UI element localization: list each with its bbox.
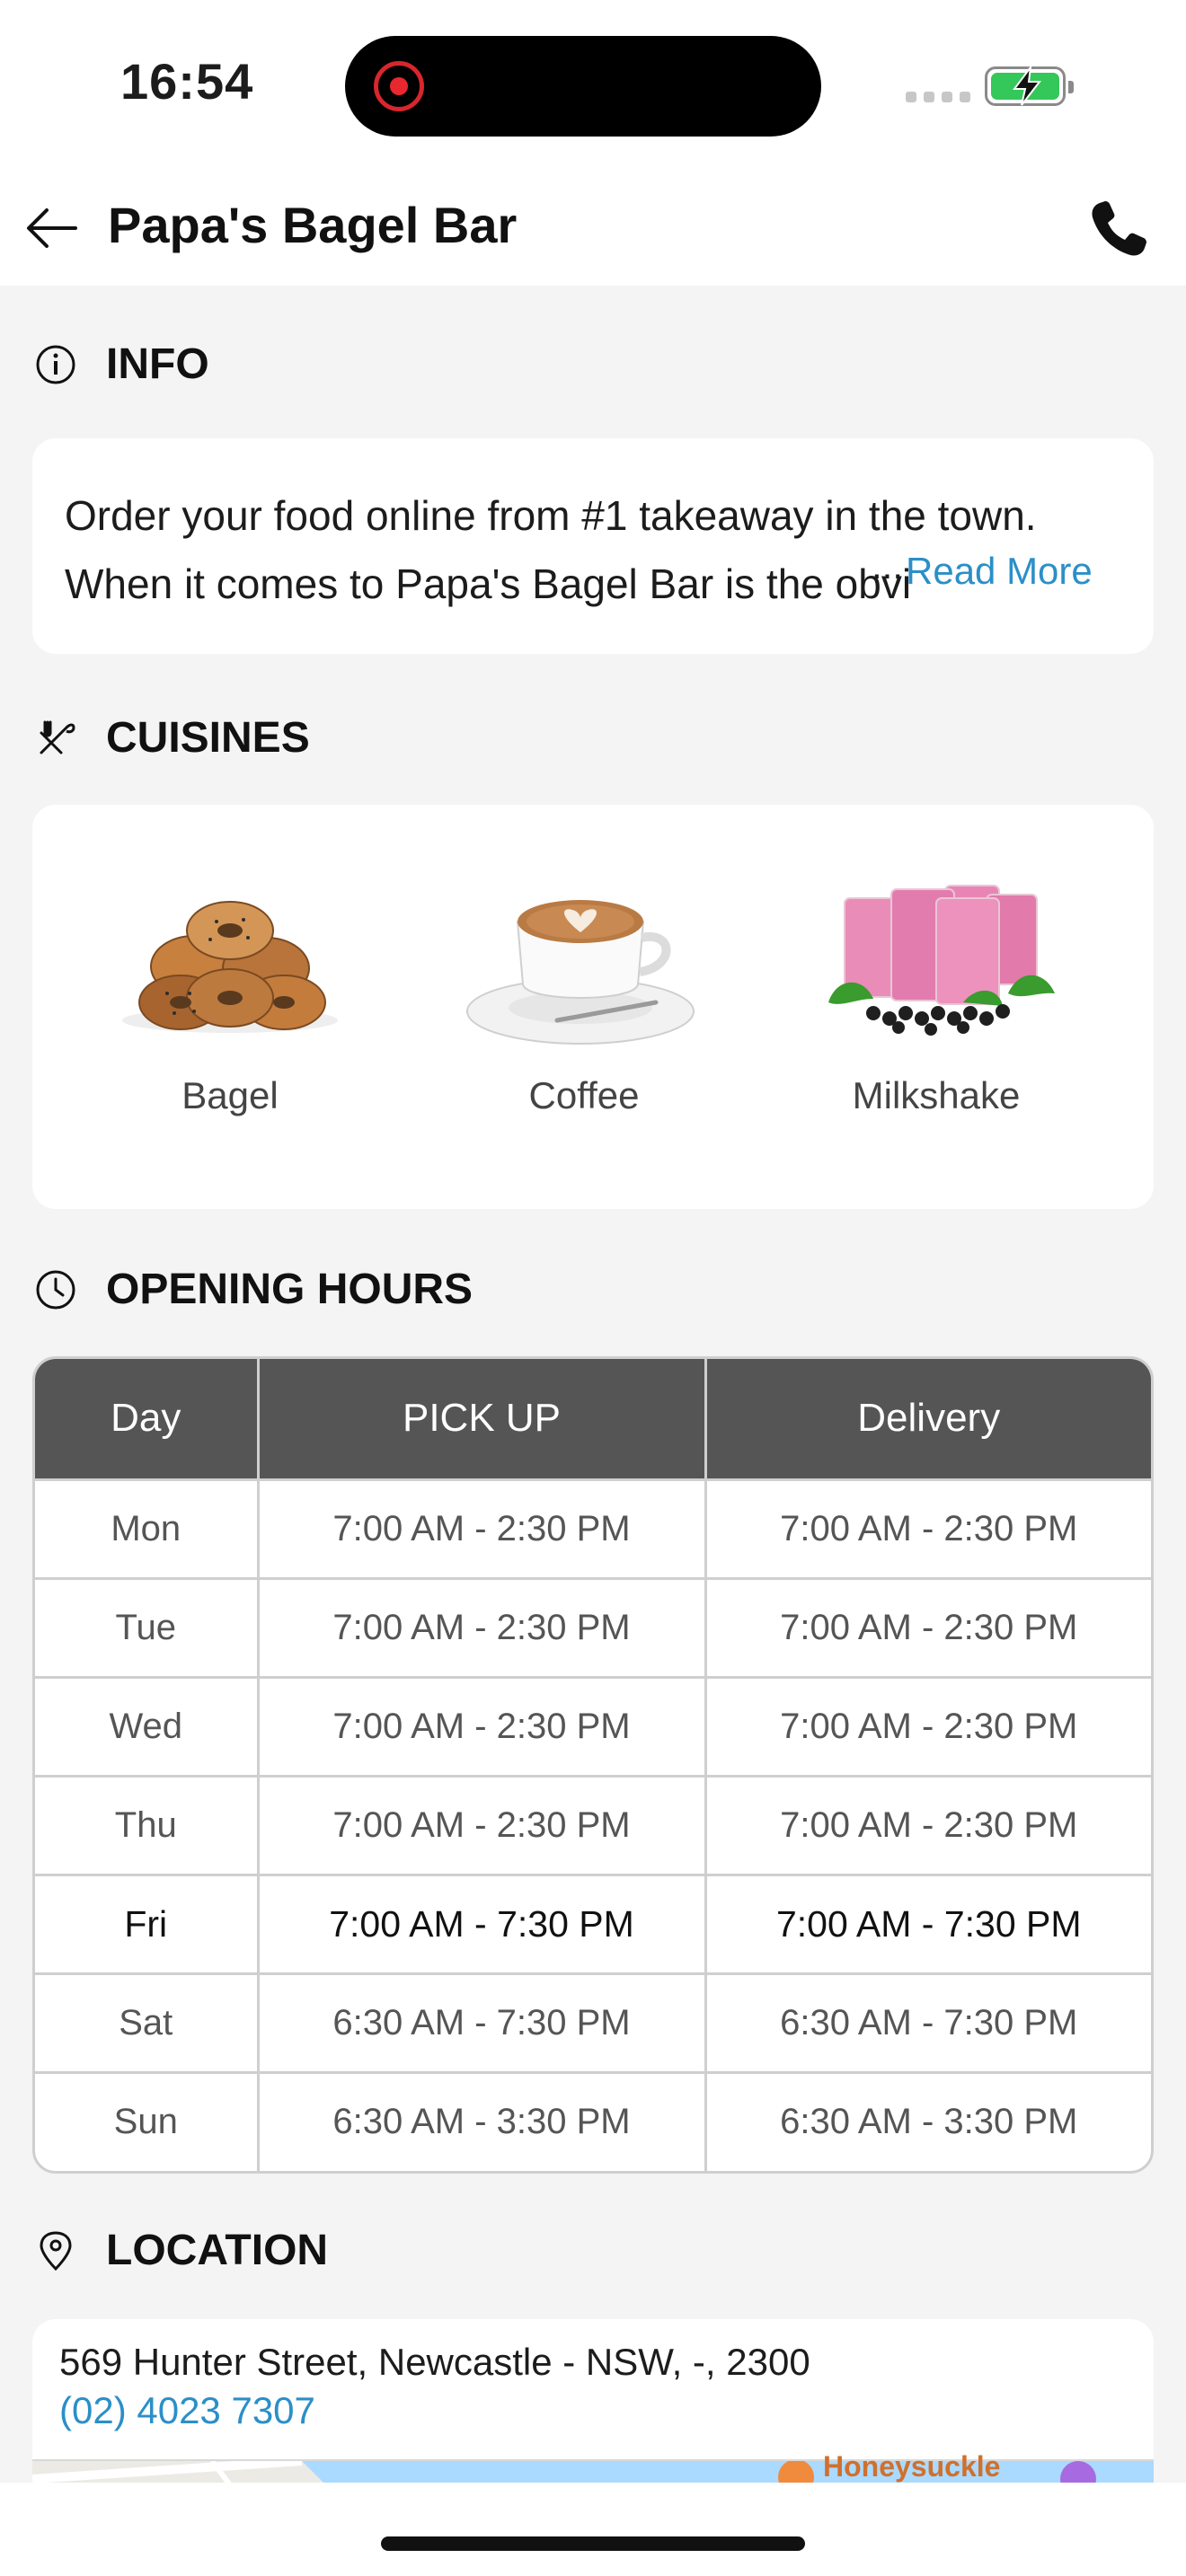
table-row-today: Fri 7:00 AM - 7:30 PM 7:00 AM - 7:30 PM — [35, 1873, 1151, 1973]
day-cell: Tue — [35, 1576, 260, 1677]
column-header-day: Day — [35, 1359, 260, 1479]
address-text: 569 Hunter Street, Newcastle - NSW, -, 2… — [59, 2341, 810, 2383]
info-line-1: Order your food online from #1 takeaway … — [65, 492, 1037, 539]
info-icon — [32, 341, 79, 388]
delivery-hours-cell: 7:00 AM - 2:30 PM — [705, 1675, 1151, 1776]
utensils-icon — [32, 715, 79, 762]
app-header: Papa's Bagel Bar — [0, 171, 1186, 286]
call-button[interactable] — [1087, 198, 1150, 260]
cuisine-item-coffee[interactable]: Coffee — [449, 868, 719, 1117]
pickup-hours-cell: 7:00 AM - 2:30 PM — [258, 1478, 707, 1578]
info-line-2: When it comes to Papa's Bagel Bar is the… — [65, 560, 909, 607]
restaurant-info-page: 16:54 Papa's Bagel Bar INFO Order your f… — [0, 0, 1186, 2576]
page-title: Papa's Bagel Bar — [108, 197, 518, 253]
screen-recording-icon — [374, 61, 424, 111]
opening-hours-heading: OPENING HOURS — [106, 1266, 474, 1313]
map-place-label: Honeysuckle — [823, 2450, 1001, 2483]
pickup-hours-cell: 7:00 AM - 2:30 PM — [258, 1774, 707, 1875]
day-cell: Sat — [35, 1972, 260, 2072]
cuisines-card: Bagel Coffee Milkshake — [32, 805, 1154, 1209]
status-bar: 16:54 — [0, 0, 1186, 171]
location-pin-icon — [32, 2228, 79, 2274]
delivery-hours-cell: 6:30 AM - 3:30 PM — [705, 2070, 1151, 2171]
cuisine-item-bagel[interactable]: Bagel — [95, 868, 365, 1117]
cellular-signal-icon — [906, 92, 970, 102]
delivery-hours-cell: 7:00 AM - 2:30 PM — [705, 1774, 1151, 1875]
delivery-hours-cell: 7:00 AM - 2:30 PM — [705, 1478, 1151, 1578]
clock-icon — [32, 1266, 79, 1313]
day-cell: Wed — [35, 1675, 260, 1776]
info-section-heading: INFO — [32, 340, 209, 389]
milkshake-image — [801, 868, 1071, 1047]
coffee-image — [449, 868, 719, 1047]
table-row: Sun 6:30 AM - 3:30 PM 6:30 AM - 3:30 PM — [35, 2070, 1151, 2171]
info-heading: INFO — [106, 340, 209, 388]
location-heading: LOCATION — [106, 2227, 329, 2274]
day-cell: Sun — [35, 2070, 260, 2171]
table-row: Mon 7:00 AM - 2:30 PM 7:00 AM - 2:30 PM — [35, 1478, 1151, 1578]
truncation-ellipsis: ... — [872, 544, 904, 587]
cuisine-name: Coffee — [528, 1074, 640, 1116]
table-row: Tue 7:00 AM - 2:30 PM 7:00 AM - 2:30 PM — [35, 1576, 1151, 1677]
status-time: 16:54 — [120, 53, 254, 110]
cuisines-heading: CUISINES — [106, 714, 310, 762]
delivery-hours-cell: 6:30 AM - 7:30 PM — [705, 1972, 1151, 2072]
table-row: Wed 7:00 AM - 2:30 PM 7:00 AM - 2:30 PM — [35, 1675, 1151, 1776]
day-cell: Fri — [35, 1873, 260, 1973]
bagel-image — [95, 868, 365, 1047]
opening-hours-table: Day PICK UP Delivery Mon 7:00 AM - 2:30 … — [32, 1356, 1154, 2174]
home-indicator-area — [0, 2483, 1186, 2576]
pickup-hours-cell: 6:30 AM - 7:30 PM — [258, 1972, 707, 2072]
battery-charging-icon — [985, 66, 1074, 106]
read-more-link[interactable]: Read More — [906, 550, 1093, 593]
pickup-hours-cell: 7:00 AM - 2:30 PM — [258, 1675, 707, 1776]
phone-icon — [1092, 201, 1146, 256]
pickup-hours-cell: 7:00 AM - 2:30 PM — [258, 1576, 707, 1677]
table-row: Sat 6:30 AM - 7:30 PM 6:30 AM - 7:30 PM — [35, 1972, 1151, 2072]
info-card: Order your food online from #1 takeaway … — [32, 438, 1154, 654]
day-cell: Thu — [35, 1774, 260, 1875]
home-indicator[interactable] — [381, 2536, 805, 2551]
pickup-hours-cell: 7:00 AM - 7:30 PM — [258, 1873, 707, 1973]
dynamic-island — [345, 36, 821, 137]
phone-number-link[interactable]: (02) 4023 7307 — [59, 2389, 315, 2432]
cuisines-section-heading: CUISINES — [32, 713, 310, 763]
opening-hours-section-heading: OPENING HOURS — [32, 1265, 473, 1314]
delivery-hours-cell: 7:00 AM - 2:30 PM — [705, 1576, 1151, 1677]
pickup-hours-cell: 6:30 AM - 3:30 PM — [258, 2070, 707, 2171]
cuisine-name: Milkshake — [852, 1074, 1021, 1116]
back-arrow-icon — [27, 208, 77, 248]
table-row: Thu 7:00 AM - 2:30 PM 7:00 AM - 2:30 PM — [35, 1774, 1151, 1875]
day-cell: Mon — [35, 1478, 260, 1578]
delivery-hours-cell: 7:00 AM - 7:30 PM — [705, 1873, 1151, 1973]
back-button[interactable] — [23, 199, 81, 257]
location-section-heading: LOCATION — [32, 2226, 328, 2275]
column-header-delivery: Delivery — [705, 1359, 1151, 1479]
table-header-row: Day PICK UP Delivery — [35, 1359, 1151, 1479]
cuisine-name: Bagel — [181, 1074, 279, 1116]
column-header-pickup: PICK UP — [258, 1359, 707, 1479]
cuisine-item-milkshake[interactable]: Milkshake — [801, 868, 1071, 1117]
